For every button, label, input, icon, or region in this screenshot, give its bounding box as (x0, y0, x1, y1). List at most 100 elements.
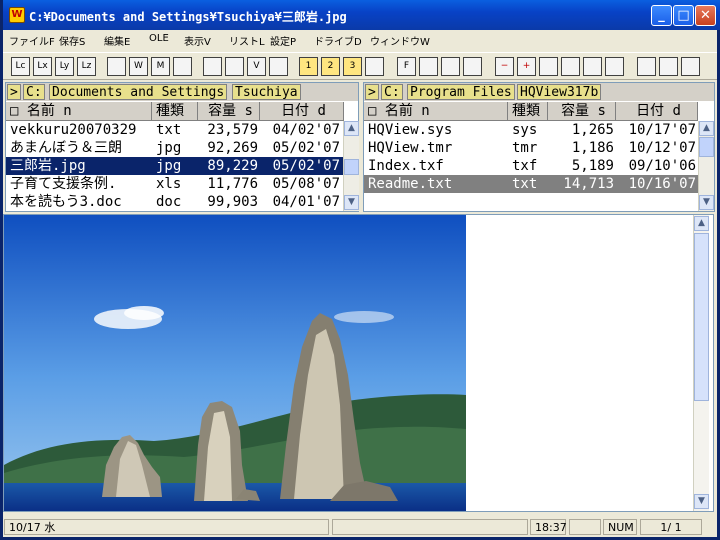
window-icon[interactable]: W (129, 57, 148, 76)
right-column-header: □ 名前 n 種類 容量 s 日付 d (364, 102, 714, 121)
file-row[interactable]: 本を読もう3.doc doc 99,903 04/01'07 (6, 193, 343, 211)
file-date: 05/02'07 (272, 158, 340, 174)
column-size[interactable]: 容量 s (548, 102, 616, 121)
file-row[interactable]: Index.txf txf 5,189 09/10'06 (364, 157, 698, 175)
file-date: 05/02'07 (272, 140, 340, 156)
file-name: 三郎岩.jpg (10, 158, 86, 174)
globe-icon[interactable] (173, 57, 192, 76)
maximize-button[interactable]: □ (673, 5, 694, 26)
props4-icon[interactable] (605, 57, 624, 76)
copy3-icon[interactable] (659, 57, 678, 76)
column-size[interactable]: 容量 s (198, 102, 260, 121)
file-row[interactable]: 子育て支援条例. xls 11,776 05/08'07 (6, 175, 343, 193)
column-date[interactable]: 日付 d (260, 102, 344, 121)
scroll-thumb[interactable] (344, 159, 359, 175)
props2-icon[interactable] (561, 57, 580, 76)
tab1-icon[interactable]: 1 (299, 57, 318, 76)
left-file-pane[interactable]: > C: Documents and Settings Tsuchiya □ 名… (5, 82, 359, 212)
plus-icon[interactable]: + (517, 57, 536, 76)
close-button[interactable]: ✕ (695, 5, 716, 26)
file-type: txt (156, 122, 182, 138)
right-file-pane[interactable]: > C: Program Files HQView317b □ 名前 n 種類 … (363, 82, 715, 212)
left-path-root[interactable]: > (7, 84, 21, 100)
right-scrollbar[interactable]: ▲ ▼ (698, 121, 714, 211)
column-date[interactable]: 日付 d (616, 102, 698, 121)
refresh-icon[interactable] (365, 57, 384, 76)
folder-go-icon[interactable] (225, 57, 244, 76)
image-viewer[interactable]: ▲ ▼ (3, 214, 714, 512)
app-icon[interactable]: W (9, 7, 25, 23)
file-type: tmr (512, 140, 538, 156)
file-row[interactable]: HQView.sys sys 1,265 10/17'07 (364, 121, 698, 139)
file-row[interactable]: HQView.tmr tmr 1,186 10/12'07 (364, 139, 698, 157)
file-row[interactable]: あまんぼう＆三朗 jpg 92,269 05/02'07 (6, 139, 343, 157)
paste-icon[interactable]: Lz (77, 57, 96, 76)
menu-list[interactable]: リストL (229, 33, 265, 48)
copy-icon[interactable]: Lc (11, 57, 30, 76)
select-icon[interactable] (419, 57, 438, 76)
right-path-drive[interactable]: C: (381, 84, 403, 100)
tab3-icon[interactable]: 3 (343, 57, 362, 76)
view-icon[interactable] (107, 57, 126, 76)
tab2-icon[interactable]: 2 (321, 57, 340, 76)
scroll-down-icon[interactable]: ▼ (344, 195, 359, 210)
right-path-root[interactable]: > (365, 84, 379, 100)
folder-open-icon[interactable] (203, 57, 222, 76)
right-path-segment[interactable]: Program Files (407, 84, 515, 100)
move-icon[interactable]: Ly (55, 57, 74, 76)
menu-settings[interactable]: 設定P (270, 33, 296, 48)
file-date: 04/02'07 (272, 122, 340, 138)
right-path-segment[interactable]: HQView317b (517, 84, 602, 100)
minimize-button[interactable]: _ (651, 5, 672, 26)
menu-ole[interactable]: OLE (149, 33, 169, 44)
column-type[interactable]: 種類 (152, 102, 198, 121)
status-blank (332, 519, 528, 535)
menu-window[interactable]: ウィンドウW (370, 33, 430, 48)
scroll-thumb[interactable] (699, 137, 714, 157)
left-column-header: □ 名前 n 種類 容量 s 日付 d (6, 102, 358, 121)
status-blank (569, 519, 601, 535)
left-path-bar: > C: Documents and Settings Tsuchiya (6, 83, 358, 101)
cut-icon[interactable]: Lx (33, 57, 52, 76)
menu-save[interactable]: 保存S (59, 33, 85, 48)
check-icon[interactable]: V (247, 57, 266, 76)
file-name: Index.txf (368, 158, 444, 174)
minus-icon[interactable]: − (495, 57, 514, 76)
find-icon[interactable]: F (397, 57, 416, 76)
left-scrollbar[interactable]: ▲ ▼ (343, 121, 359, 211)
zoom-icon[interactable] (681, 57, 700, 76)
status-num: NUM (603, 519, 637, 535)
save-icon[interactable] (269, 57, 288, 76)
menu-bar: ファイルF 保存S 編集E OLE 表示V リストL 設定P ドライブD ウィン… (3, 30, 717, 49)
mark-icon[interactable] (441, 57, 460, 76)
file-type: doc (156, 194, 182, 210)
scroll-up-icon[interactable]: ▲ (694, 216, 709, 231)
mark2-icon[interactable] (463, 57, 482, 76)
scroll-down-icon[interactable]: ▼ (694, 494, 709, 509)
file-row[interactable]: vekkuru20070329 txt 23,579 04/02'07 (6, 121, 343, 139)
photo-rock-islands (4, 215, 466, 511)
menu-file[interactable]: ファイルF (9, 33, 55, 48)
title-bar[interactable]: W C:¥Documents and Settings¥Tsuchiya¥三郎岩… (3, 0, 720, 30)
menu-drive[interactable]: ドライブD (314, 33, 362, 48)
left-path-drive[interactable]: C: (23, 84, 45, 100)
left-path-segment[interactable]: Tsuchiya (232, 84, 301, 100)
scroll-up-icon[interactable]: ▲ (699, 121, 714, 136)
column-name[interactable]: □ 名前 n (364, 102, 508, 121)
monitor-icon[interactable]: M (151, 57, 170, 76)
column-name[interactable]: □ 名前 n (6, 102, 152, 121)
viewer-scrollbar[interactable]: ▲ ▼ (693, 215, 709, 511)
props-icon[interactable] (539, 57, 558, 76)
scroll-thumb[interactable] (694, 233, 709, 401)
file-name: HQView.sys (368, 122, 453, 138)
left-path-segment[interactable]: Documents and Settings (49, 84, 228, 100)
scroll-up-icon[interactable]: ▲ (344, 121, 359, 136)
scroll-down-icon[interactable]: ▼ (699, 195, 714, 210)
menu-edit[interactable]: 編集E (104, 33, 130, 48)
column-type[interactable]: 種類 (508, 102, 548, 121)
props3-icon[interactable] (583, 57, 602, 76)
copy2-icon[interactable] (637, 57, 656, 76)
file-row[interactable]: Readme.txt txt 14,713 10/16'07 (364, 175, 698, 193)
menu-view[interactable]: 表示V (184, 33, 211, 48)
file-row[interactable]: 三郎岩.jpg jpg 89,229 05/02'07 (6, 157, 343, 175)
